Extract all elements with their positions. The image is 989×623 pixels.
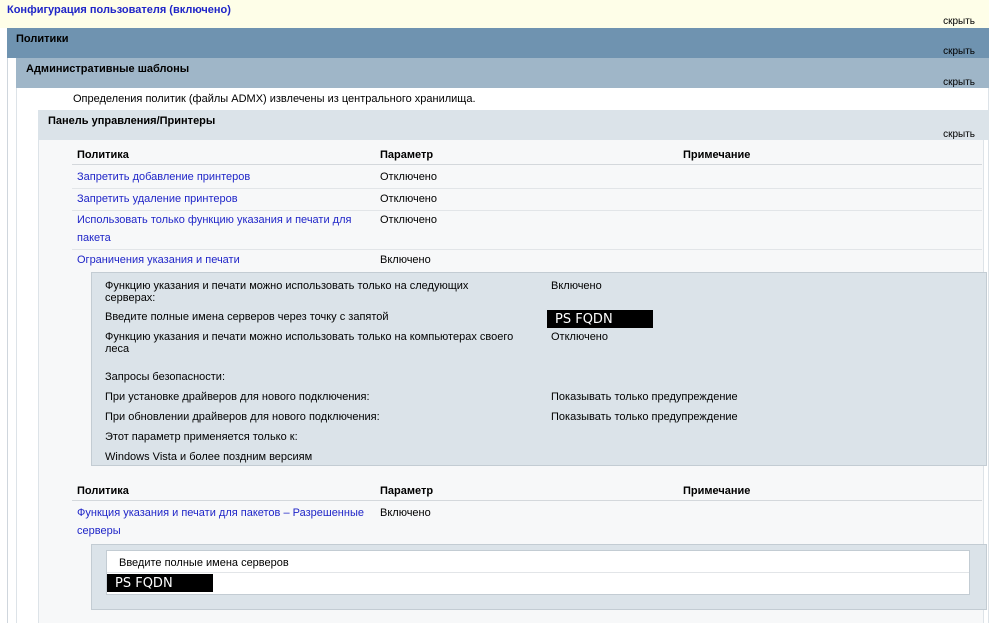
policy-link[interactable]: Использовать только функцию указания и п…: [77, 214, 351, 226]
table-row: Ограничения указания и печати Включено: [72, 249, 982, 271]
hide-link-control-panel[interactable]: скрыть: [943, 129, 975, 140]
detail-value: Показывать только предупреждение: [551, 391, 738, 403]
hide-link-policies[interactable]: скрыть: [943, 46, 975, 57]
policies-header: Политики скрыть: [7, 28, 989, 58]
table-row: Запретить удаление принтеров Отключено: [72, 188, 982, 211]
detail-value: Включено: [551, 280, 602, 292]
table2-header-row: Политика Параметр Примечание: [72, 482, 982, 501]
admin-templates-title[interactable]: Административные шаблоны: [26, 63, 189, 75]
detail-label: Этот параметр применяется только к:: [105, 431, 298, 443]
table1-col-comment: Примечание: [683, 149, 751, 161]
server-name-redacted: PS FQDN: [547, 310, 653, 328]
hide-link-admin-templates[interactable]: скрыть: [943, 77, 975, 88]
policy-link[interactable]: Запретить удаление принтеров: [77, 193, 238, 205]
servers-list-separator: [107, 572, 969, 573]
policy-link[interactable]: Функция указания и печати для пакетов – …: [77, 507, 364, 519]
detail-label: Функцию указания и печати можно использо…: [105, 280, 469, 292]
table-row: Функция указания и печати для пакетов – …: [72, 502, 982, 542]
policy-value: Отключено: [380, 214, 437, 226]
detail-label: Запросы безопасности:: [105, 371, 226, 383]
detail-label-cont: серверах:: [105, 292, 156, 304]
table2-col-comment: Примечание: [683, 485, 751, 497]
detail-label-cont: леса: [105, 343, 130, 355]
policy-value: Отключено: [380, 171, 437, 183]
detail-value: Показывать только предупреждение: [551, 411, 738, 423]
table1-col-setting: Параметр: [380, 149, 434, 161]
servers-list-label: Введите полные имена серверов: [119, 557, 289, 569]
table-row: Использовать только функцию указания и п…: [72, 210, 982, 250]
policy-link[interactable]: Ограничения указания и печати: [77, 254, 240, 266]
server-name-redacted: PS FQDN: [107, 574, 213, 592]
user-config-title[interactable]: Конфигурация пользователя (включено): [7, 4, 231, 16]
detail-label: При установке драйверов для нового подкл…: [105, 391, 370, 403]
policy-details-panel: Функцию указания и печати можно использо…: [91, 272, 987, 466]
policy-value: Включено: [380, 507, 431, 519]
admin-templates-header: Административные шаблоны скрыть: [16, 58, 989, 88]
table2-col-setting: Параметр: [380, 485, 434, 497]
control-panel-header: Панель управления/Принтеры скрыть: [38, 110, 989, 140]
table1-header-row: Политика Параметр Примечание: [72, 146, 982, 165]
policies-title[interactable]: Политики: [16, 33, 69, 45]
table2-col-policy: Политика: [77, 485, 129, 497]
table-row: Запретить добавление принтеров Отключено: [72, 166, 982, 189]
table1-col-policy: Политика: [77, 149, 129, 161]
detail-label: Функцию указания и печати можно использо…: [105, 331, 514, 343]
policy-link-cont[interactable]: пакета: [77, 232, 111, 244]
servers-list-box: Введите полные имена серверов PS FQDN: [106, 550, 970, 595]
detail-label: Windows Vista и более поздним версиям: [105, 451, 313, 463]
detail-label: Введите полные имена серверов через точк…: [105, 311, 389, 323]
admx-note: Определения политик (файлы ADMX) извлече…: [73, 93, 476, 105]
servers-panel: Введите полные имена серверов PS FQDN: [91, 544, 987, 610]
policy-value: Включено: [380, 254, 431, 266]
policy-value: Отключено: [380, 193, 437, 205]
detail-value: Отключено: [551, 331, 608, 343]
user-config-header: Конфигурация пользователя (включено) скр…: [0, 0, 989, 29]
policy-link-cont[interactable]: серверы: [77, 525, 121, 537]
control-panel-title[interactable]: Панель управления/Принтеры: [48, 115, 215, 127]
hide-link-user-config[interactable]: скрыть: [943, 16, 975, 27]
detail-label: При обновлении драйверов для нового подк…: [105, 411, 380, 423]
policy-link[interactable]: Запретить добавление принтеров: [77, 171, 250, 183]
